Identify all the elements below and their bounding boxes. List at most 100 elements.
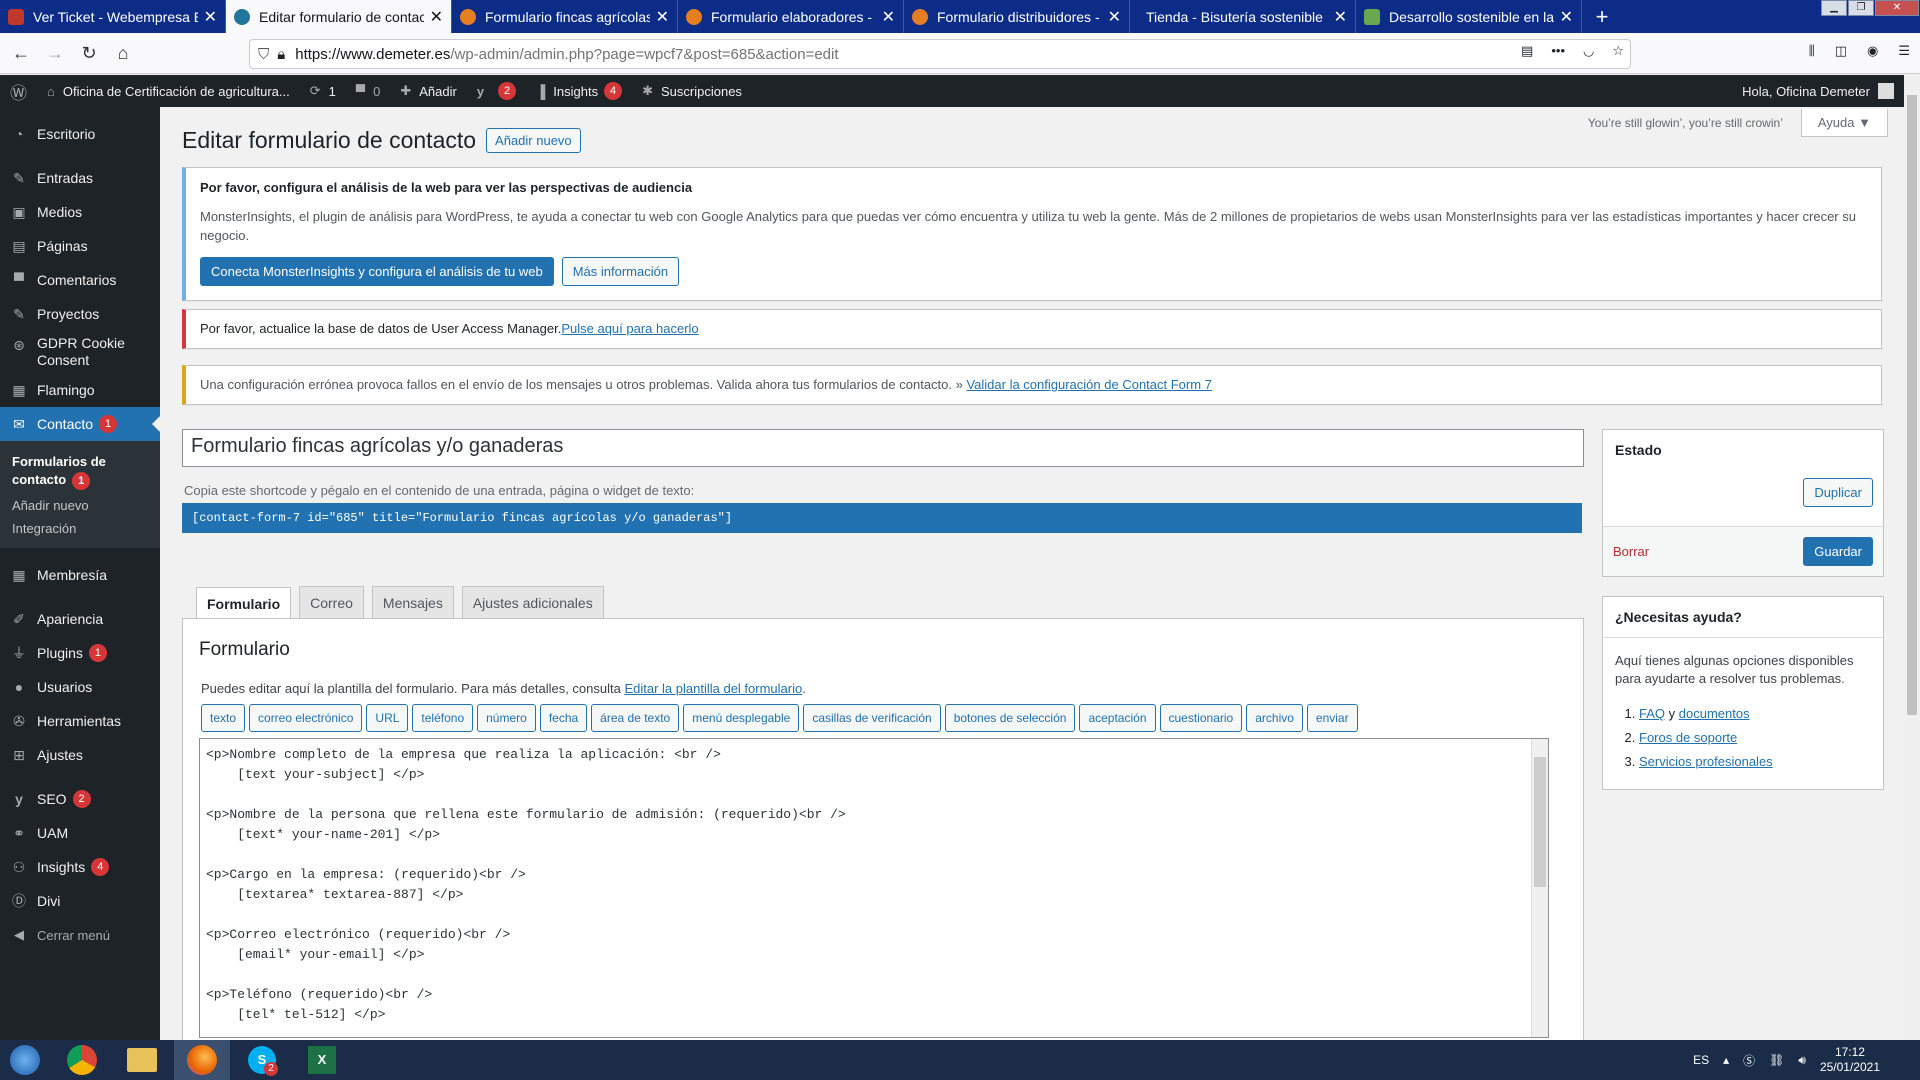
faq-link[interactable]: FAQ: [1639, 706, 1665, 721]
insights-menu[interactable]: ▐ Insights 4: [526, 75, 632, 107]
page-scrollbar[interactable]: [1904, 75, 1920, 1040]
taskbar-firefox[interactable]: [174, 1040, 230, 1080]
sidebar-item-gdpr[interactable]: ⊛ GDPR Cookie Consent: [0, 331, 160, 373]
add-new-button[interactable]: Añadir nuevo: [486, 128, 581, 153]
save-button[interactable]: Guardar: [1803, 537, 1873, 566]
clock[interactable]: 17:12 25/01/2021: [1820, 1045, 1880, 1075]
volume-icon[interactable]: 🔊︎: [1798, 1053, 1806, 1068]
tag-button-date[interactable]: fecha: [539, 704, 588, 732]
duplicate-button[interactable]: Duplicar: [1803, 478, 1873, 507]
form-template-editor[interactable]: <p>Nombre completo de la empresa que rea…: [199, 738, 1549, 1038]
sidebar-icon[interactable]: ◫: [1835, 43, 1847, 59]
tag-button-tel[interactable]: teléfono: [412, 704, 474, 732]
sidebar-item-divi[interactable]: Ⓓ Divi: [0, 884, 160, 918]
tag-button-submit[interactable]: enviar: [1306, 704, 1358, 732]
my-account-menu[interactable]: Hola, Oficina Demeter: [1742, 83, 1904, 99]
tag-button-number[interactable]: número: [477, 704, 536, 732]
browser-tab[interactable]: Formulario elaboradores - Ofic✕: [678, 0, 904, 33]
sidebar-item-ajustes[interactable]: ⊞ Ajustes: [0, 738, 160, 772]
new-content-menu[interactable]: ✚ Añadir: [390, 75, 466, 107]
close-tab-icon[interactable]: ✕: [1108, 7, 1121, 27]
reload-icon[interactable]: ↻: [76, 40, 102, 66]
forward-icon[interactable]: →: [42, 40, 68, 66]
sidebar-item-insights[interactable]: ⚇ Insights 4: [0, 850, 160, 884]
sidebar-item-membresia[interactable]: ▦ Membresía: [0, 558, 160, 592]
tag-button-email[interactable]: correo electrónico: [249, 704, 363, 732]
start-button[interactable]: [0, 1040, 50, 1080]
site-name-menu[interactable]: ⌂ Oficina de Certificación de agricultura…: [37, 75, 300, 107]
close-tab-icon[interactable]: ✕: [430, 7, 443, 27]
network-icon[interactable]: ⛓: [1769, 1053, 1784, 1067]
updates-menu[interactable]: ⟳ 1: [300, 75, 346, 107]
docs-link[interactable]: documentos: [1679, 706, 1750, 721]
sidebar-item-contacto[interactable]: ✉ Contacto 1: [0, 407, 160, 441]
professional-services-link[interactable]: Servicios profesionales: [1639, 754, 1773, 769]
tab-ajustes-adicionales[interactable]: Ajustes adicionales: [461, 586, 604, 619]
browser-tab[interactable]: Formulario fincas agrícolas y/o✕: [452, 0, 678, 33]
reader-view-icon[interactable]: ▤: [1521, 43, 1533, 59]
close-tab-icon[interactable]: ✕: [1334, 7, 1347, 27]
tag-button-select[interactable]: menú desplegable: [683, 704, 800, 732]
collapse-menu-button[interactable]: ◀ Cerrar menú: [0, 918, 160, 952]
wp-logo-menu[interactable]: Ⓦ: [0, 75, 37, 107]
tag-button-checkbox[interactable]: casillas de verificación: [803, 704, 941, 732]
close-window-button[interactable]: ✕: [1875, 0, 1919, 16]
sidebar-item-flamingo[interactable]: ▦ Flamingo: [0, 373, 160, 407]
lock-icon[interactable]: 🔒︎: [277, 46, 285, 63]
shortcode-field[interactable]: [contact-form-7 id="685" title="Formular…: [182, 503, 1582, 533]
support-forums-link[interactable]: Foros de soporte: [1639, 730, 1737, 745]
library-icon[interactable]: ⫼: [1809, 43, 1815, 59]
language-indicator[interactable]: ES: [1693, 1053, 1709, 1067]
browser-tab[interactable]: Ver Ticket - Webempresa Europ✕: [0, 0, 226, 33]
home-icon[interactable]: ⌂: [110, 40, 136, 66]
show-hidden-icons-icon[interactable]: ▴: [1723, 1053, 1729, 1067]
browser-tab-active[interactable]: Editar formulario de contacto ‹✕: [226, 0, 452, 33]
subscriptions-menu[interactable]: ✱ Suscripciones: [632, 75, 752, 107]
comments-menu[interactable]: ▀ 0: [346, 75, 390, 107]
skype-tray-icon[interactable]: Ⓢ: [1743, 1052, 1755, 1069]
bookmark-star-icon[interactable]: ☆: [1612, 43, 1624, 59]
tag-button-textarea[interactable]: área de texto: [591, 704, 680, 732]
close-tab-icon[interactable]: ✕: [656, 7, 669, 27]
sidebar-item-comentarios[interactable]: ▀ Comentarios: [0, 263, 160, 297]
sidebar-item-apariencia[interactable]: ✐ Apariencia: [0, 602, 160, 636]
editor-scrollbar[interactable]: [1531, 739, 1548, 1037]
tab-mensajes[interactable]: Mensajes: [371, 586, 454, 619]
sidebar-item-proyectos[interactable]: ✎ Proyectos: [0, 297, 160, 331]
browser-tab[interactable]: Desarrollo sostenible en la sier✕: [1356, 0, 1582, 33]
taskbar-chrome[interactable]: [54, 1040, 110, 1080]
help-button[interactable]: Ayuda ▼: [1800, 109, 1888, 137]
form-title-input[interactable]: Formulario fincas agrícolas y/o ganadera…: [182, 429, 1584, 467]
browser-tab[interactable]: Formulario distribuidores - Ofi✕: [904, 0, 1130, 33]
restore-button[interactable]: ❐: [1848, 0, 1874, 16]
shield-icon[interactable]: ⛉: [258, 46, 269, 63]
tag-button-url[interactable]: URL: [366, 704, 409, 732]
connect-monsterinsights-button[interactable]: Conecta MonsterInsights y configura el a…: [200, 257, 554, 286]
sidebar-item-paginas[interactable]: ▤ Páginas: [0, 229, 160, 263]
taskbar-explorer[interactable]: [114, 1040, 170, 1080]
submenu-item-integration[interactable]: Integración: [0, 517, 160, 540]
submenu-item-add-new[interactable]: Añadir nuevo: [0, 494, 160, 517]
sidebar-item-entradas[interactable]: ✎ Entradas: [0, 161, 160, 195]
new-tab-button[interactable]: +: [1582, 0, 1622, 33]
pocket-icon[interactable]: ◡: [1583, 43, 1594, 59]
tag-button-file[interactable]: archivo: [1246, 704, 1303, 732]
cf7-validate-link[interactable]: Validar la configuración de Contact Form…: [966, 377, 1211, 392]
sidebar-item-herramientas[interactable]: ✇ Herramientas: [0, 704, 160, 738]
submenu-item-forms[interactable]: Formularios de contacto 1: [0, 449, 160, 494]
delete-link[interactable]: Borrar: [1613, 544, 1649, 559]
more-info-button[interactable]: Más información: [561, 257, 680, 286]
tag-button-acceptance[interactable]: aceptación: [1079, 704, 1156, 732]
tag-button-radio[interactable]: botones de selección: [944, 704, 1076, 732]
more-actions-icon[interactable]: •••: [1551, 43, 1565, 59]
browser-tab[interactable]: Tienda - Bisutería sostenible ✕: [1130, 0, 1356, 33]
close-tab-icon[interactable]: ✕: [882, 7, 895, 27]
uam-update-link[interactable]: Pulse aquí para hacerlo: [561, 321, 698, 336]
yoast-menu[interactable]: y2: [467, 75, 526, 107]
minimize-button[interactable]: ▁: [1821, 0, 1847, 16]
back-icon[interactable]: ←: [8, 40, 34, 66]
sidebar-item-seo[interactable]: y SEO 2: [0, 782, 160, 816]
edit-template-link[interactable]: Editar la plantilla del formulario: [624, 681, 802, 696]
tag-button-text[interactable]: texto: [201, 704, 246, 732]
tab-formulario[interactable]: Formulario: [196, 587, 292, 620]
